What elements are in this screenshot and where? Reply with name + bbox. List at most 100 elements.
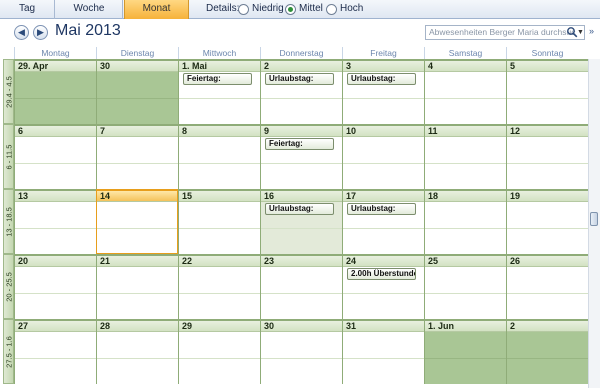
tab-month[interactable]: Monat [124,0,189,19]
weekday-header: Montag Dienstag Mittwoch Donnerstag Frei… [14,47,588,59]
radio-detail-low[interactable] [238,4,249,15]
weekday-saturday: Samstag [424,47,506,59]
radio-detail-medium[interactable] [285,4,296,15]
radio-detail-medium-label: Mittel [299,3,323,14]
day-cell-today[interactable]: 14 [96,189,178,254]
previous-month-button[interactable]: ◀ [14,25,29,40]
day-number: 11 [425,126,506,137]
day-number: 6 [15,126,96,137]
day-number: 29 [179,321,260,332]
day-cell[interactable]: 6 [14,124,96,189]
weekday-monday: Montag [14,47,96,59]
day-cell[interactable]: 19 [506,189,588,254]
day-cell[interactable]: 8 [178,124,260,189]
appointment[interactable]: Urlaubstag: [265,73,334,85]
day-number: 9 [261,126,342,137]
day-number: 28 [97,321,178,332]
day-cell[interactable]: 31 [342,319,424,384]
day-number: 27 [15,321,96,332]
appointment[interactable]: Feiertag: [265,138,334,150]
day-cell[interactable]: 2 Urlaubstag: [260,59,342,124]
day-cell[interactable]: 10 [342,124,424,189]
scrollbar-thumb[interactable] [590,212,598,226]
day-cell[interactable]: 28 [96,319,178,384]
day-cell[interactable]: 3 Urlaubstag: [342,59,424,124]
week-row: 20 - 25.5 20 21 22 23 24 2.00h Überstunde… [0,254,588,319]
day-cell[interactable]: 1. Jun [424,319,506,384]
day-number: 1. Mai [179,61,260,72]
appointment[interactable]: Urlaubstag: [347,203,416,215]
day-cell[interactable]: 25 [424,254,506,319]
day-cell[interactable]: 29. Apr [14,59,96,124]
absence-search-input[interactable]: Abwesenheiten Berger Maria durchsuc [425,25,585,40]
day-number: 20 [15,256,96,267]
day-number: 2 [507,321,588,332]
appointment[interactable]: Feiertag: [183,73,252,85]
day-cell[interactable]: 17 Urlaubstag: [342,189,424,254]
week-row: 27.5 - 1.6 27 28 29 30 31 1. Jun 2 [0,319,588,384]
day-number: 25 [425,256,506,267]
day-cell[interactable]: 22 [178,254,260,319]
day-cell[interactable]: 24 2.00h Überstunden [342,254,424,319]
day-cell[interactable]: 7 [96,124,178,189]
day-number: 18 [425,191,506,202]
day-cell[interactable]: 30 [96,59,178,124]
day-cell[interactable]: 30 [260,319,342,384]
day-cell[interactable]: 23 [260,254,342,319]
tab-week[interactable]: Woche [56,0,123,19]
day-cell[interactable]: 2 [506,319,588,384]
day-number: 7 [97,126,178,137]
day-number: 13 [15,191,96,202]
day-number: 1. Jun [425,321,506,332]
radio-detail-high[interactable] [326,4,337,15]
day-cell[interactable]: 26 [506,254,588,319]
chevron-down-icon[interactable]: ▼ [577,29,584,36]
day-cell[interactable]: 12 [506,124,588,189]
day-number: 4 [425,61,506,72]
day-number: 12 [507,126,588,137]
weekday-thursday: Donnerstag [260,47,342,59]
day-number: 14 [97,191,177,202]
day-number: 29. Apr [15,61,96,72]
day-cell[interactable]: 11 [424,124,506,189]
day-number: 10 [343,126,424,137]
day-cell[interactable]: 29 [178,319,260,384]
week-label[interactable]: 20 - 25.5 [3,254,14,319]
day-cell[interactable]: 1. Mai Feiertag: [178,59,260,124]
day-number: 21 [97,256,178,267]
weekday-tuesday: Dienstag [96,47,178,59]
appointment[interactable]: 2.00h Überstunden [347,268,416,280]
appointment[interactable]: Urlaubstag: [347,73,416,85]
day-cell[interactable]: 21 [96,254,178,319]
appointment[interactable]: Urlaubstag: [265,203,334,215]
day-cell[interactable]: 4 [424,59,506,124]
next-month-button[interactable]: ▶ [33,25,48,40]
tab-day[interactable]: Tag [0,0,55,19]
week-label[interactable]: 6 - 11.5 [3,124,14,189]
day-number: 31 [343,321,424,332]
double-chevron-icon[interactable]: » [589,26,594,36]
day-cell[interactable]: 5 [506,59,588,124]
day-cell[interactable]: 13 [14,189,96,254]
radio-detail-high-label: Hoch [340,3,364,14]
day-number: 17 [343,191,424,202]
week-label[interactable]: 27.5 - 1.6 [3,319,14,384]
day-cell[interactable]: 16 Urlaubstag: [260,189,342,254]
day-number: 24 [343,256,424,267]
day-number: 19 [507,191,588,202]
day-number: 22 [179,256,260,267]
day-cell[interactable]: 15 [178,189,260,254]
week-label[interactable]: 13 - 18.5 [3,189,14,254]
day-cell[interactable]: 20 [14,254,96,319]
day-cell[interactable]: 9 Feiertag: [260,124,342,189]
weekday-sunday: Sonntag [506,47,588,59]
view-switcher-bar: Tag Woche Monat Details: Niedrig Mittel … [0,0,600,19]
day-number: 16 [261,191,342,202]
day-cell[interactable]: 18 [424,189,506,254]
day-number: 30 [261,321,342,332]
day-cell[interactable]: 27 [14,319,96,384]
month-title: Mai 2013 [55,22,121,39]
weekday-friday: Freitag [342,47,424,59]
week-row: 6 - 11.5 6 7 8 9 Feiertag: 10 11 12 [0,124,588,189]
week-label[interactable]: 29.4 - 4.5 [3,59,14,124]
